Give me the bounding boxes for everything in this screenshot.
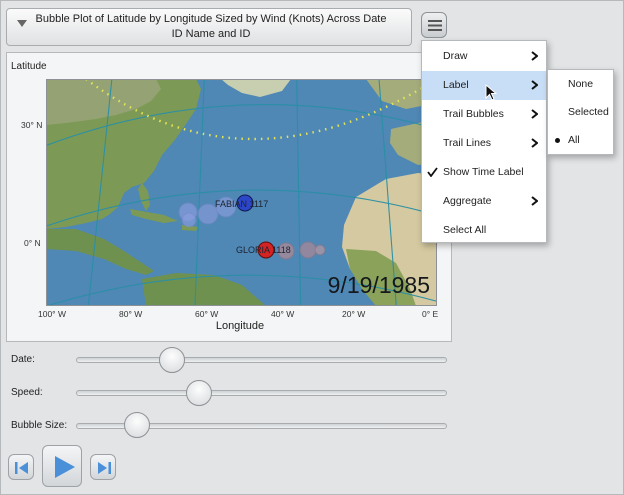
gloria-trail-bubble [314,244,326,256]
speed-slider-track[interactable] [76,390,447,396]
x-tick-100w: 100° W [38,309,66,319]
submenu-item-none[interactable]: None [548,70,613,98]
menu-item-label-text: Label [443,79,469,91]
play-button[interactable] [42,445,82,487]
step-back-button[interactable] [8,454,34,480]
chevron-right-icon [531,138,538,148]
gloria-label: GLORIA 1118 [236,245,291,255]
plot-title-button[interactable]: Bubble Plot of Latitude by Longitude Siz… [6,8,412,46]
checkmark-icon [427,167,438,177]
menu-item-aggregate[interactable]: Aggregate [422,187,546,216]
menu-item-trail-lines[interactable]: Trail Lines [422,129,546,158]
options-popup-menu: Draw Label Trail Bubbles Trail Lines Sho… [421,40,547,243]
menu-item-label: Trail Lines [443,137,492,149]
chevron-right-icon [531,196,538,206]
menu-item-label: Draw [443,50,468,62]
y-tick-0n: 0° N [24,238,41,248]
submenu-item-selected[interactable]: Selected [548,98,613,126]
step-back-icon [15,462,28,474]
disclosure-triangle-icon[interactable] [17,20,27,27]
date-slider-track[interactable] [76,357,447,363]
y-axis-label: Latitude [11,61,47,72]
submenu-item-label: Selected [568,106,609,118]
submenu-item-label: All [568,134,580,146]
fabian-trail-bubble [181,212,197,228]
menu-item-select-all[interactable]: Select All [422,216,546,245]
submenu-item-all[interactable]: All [548,126,613,154]
bubble-size-slider-label: Bubble Size: [11,420,68,431]
chevron-right-icon [531,109,538,119]
menu-item-label: Show Time Label [443,166,524,178]
menu-item-label: Select All [443,224,487,236]
menu-item-label: Trail Bubbles [443,108,504,120]
date-slider-label: Date: [11,354,35,365]
x-axis-label: Longitude [215,320,265,332]
date-slider-thumb[interactable] [158,347,185,373]
menu-item-label[interactable]: Label [422,71,546,100]
x-tick-40w: 40° W [271,309,295,319]
menu-item-label: Aggregate [443,195,492,207]
fabian-label: FABIAN 1117 [215,199,268,209]
time-label: 9/19/1985 [328,272,430,298]
plot-title: Bubble Plot of Latitude by Longitude Siz… [35,13,387,40]
menu-item-trail-bubbles[interactable]: Trail Bubbles [422,100,546,129]
radio-dot-icon [555,138,560,143]
chevron-right-icon [531,80,538,90]
step-forward-button[interactable] [90,454,116,480]
step-forward-icon [98,462,111,474]
x-tick-80w: 80° W [119,309,143,319]
chevron-right-icon [531,51,538,61]
menu-item-draw[interactable]: Draw [422,42,546,71]
speed-slider-label: Speed: [11,387,43,398]
menu-item-show-time-label[interactable]: Show Time Label [422,158,546,187]
options-menu-button[interactable] [421,12,447,38]
play-icon [55,456,75,478]
mouse-cursor-icon [485,84,497,101]
x-tick-20w: 20° W [342,309,366,319]
hamburger-icon [428,20,442,31]
label-submenu: None Selected All [547,69,614,155]
gloria-trail-bubble [299,241,317,259]
y-tick-30n: 30° N [21,120,43,130]
x-tick-60w: 60° W [195,309,219,319]
x-tick-0e: 0° E [422,309,439,319]
submenu-item-label: None [568,78,594,90]
map-plot-area[interactable]: FABIAN 1117 GLORIA 1118 9/19/1985 [46,79,437,306]
